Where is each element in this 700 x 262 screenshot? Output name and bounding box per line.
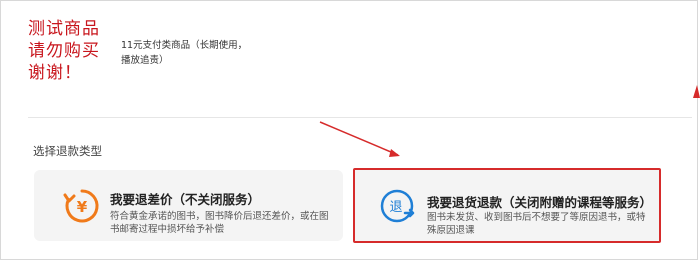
- svg-text:¥: ¥: [77, 198, 88, 216]
- thumb-line: 请勿购买: [28, 41, 100, 61]
- option-description: 图书未发货、收到图书后不想要了等原因退书，或特殊原因退课: [427, 212, 646, 236]
- svg-text:退: 退: [389, 200, 402, 215]
- thumb-line: 谢谢！: [28, 63, 82, 83]
- return-icon: 退: [380, 189, 415, 223]
- section-title: 选择退款类型: [33, 144, 102, 158]
- option-title: 我要退货退款（关闭附赠的课程等服务）: [427, 195, 653, 210]
- divider: [28, 117, 692, 118]
- option-description: 符合黄金承诺的图书，图书降价后退还差价，或在图书邮寄过程中损坏给予补偿: [110, 211, 329, 235]
- thumb-line: 测试商品: [28, 19, 100, 39]
- refund-option-price-difference[interactable]: ¥ 我要退差价（不关闭服务） 符合黄金承诺的图书，图书降价后退还差价，或在图书邮…: [34, 170, 343, 241]
- refund-option-return-refund[interactable]: 退 我要退货退款（关闭附赠的课程等服务） 图书未发货、收到图书后不想要了等原因退…: [353, 168, 661, 243]
- product-description: 11元支付类商品（长期使用，播放追责）: [121, 40, 248, 66]
- option-title: 我要退差价（不关闭服务）: [110, 192, 261, 207]
- product-thumbnail: 测试商品 请勿购买 谢谢！: [28, 18, 108, 84]
- yen-refresh-icon: ¥: [63, 189, 99, 223]
